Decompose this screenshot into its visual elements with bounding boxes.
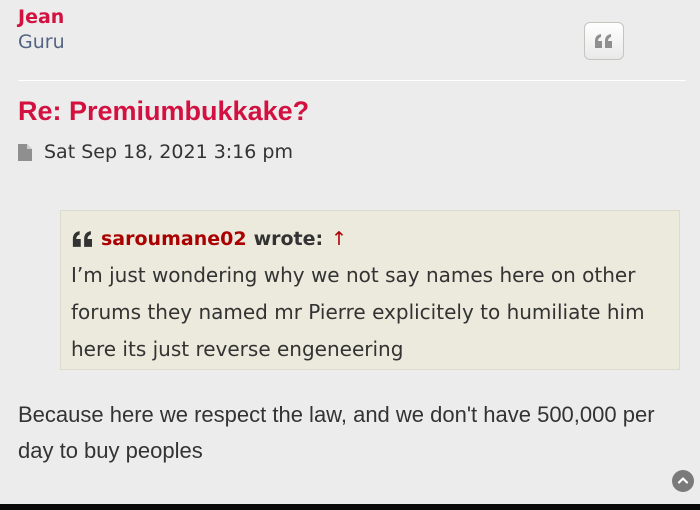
quote-icon — [71, 230, 95, 248]
header-divider — [18, 80, 686, 81]
post-title[interactable]: Re: Premiumbukkake? — [18, 96, 309, 127]
quote-wrote-label: wrote: — [253, 228, 324, 250]
jump-to-post-link[interactable]: ↑ — [331, 228, 347, 250]
post-body: Because here we respect the law, and we … — [18, 402, 655, 463]
quote-block: saroumane02 wrote: ↑ I’m just wondering … — [60, 210, 680, 370]
post-date: Sat Sep 18, 2021 3:16 pm — [44, 141, 293, 163]
post-meta: Sat Sep 18, 2021 3:16 pm — [18, 141, 293, 163]
author-rank: Guru — [18, 31, 65, 53]
quote-cite: saroumane02 wrote: ↑ — [71, 225, 669, 253]
quote-author-link[interactable]: saroumane02 — [101, 228, 247, 250]
chevron-up-icon — [677, 475, 689, 487]
file-icon[interactable] — [18, 143, 32, 161]
author-name[interactable]: Jean — [18, 6, 64, 28]
quote-text: I’m just wondering why we not say names … — [71, 263, 645, 361]
quote-button[interactable] — [584, 22, 624, 60]
quote-icon — [594, 33, 614, 49]
back-to-top-button[interactable] — [672, 470, 694, 492]
bottom-bar — [0, 504, 700, 510]
